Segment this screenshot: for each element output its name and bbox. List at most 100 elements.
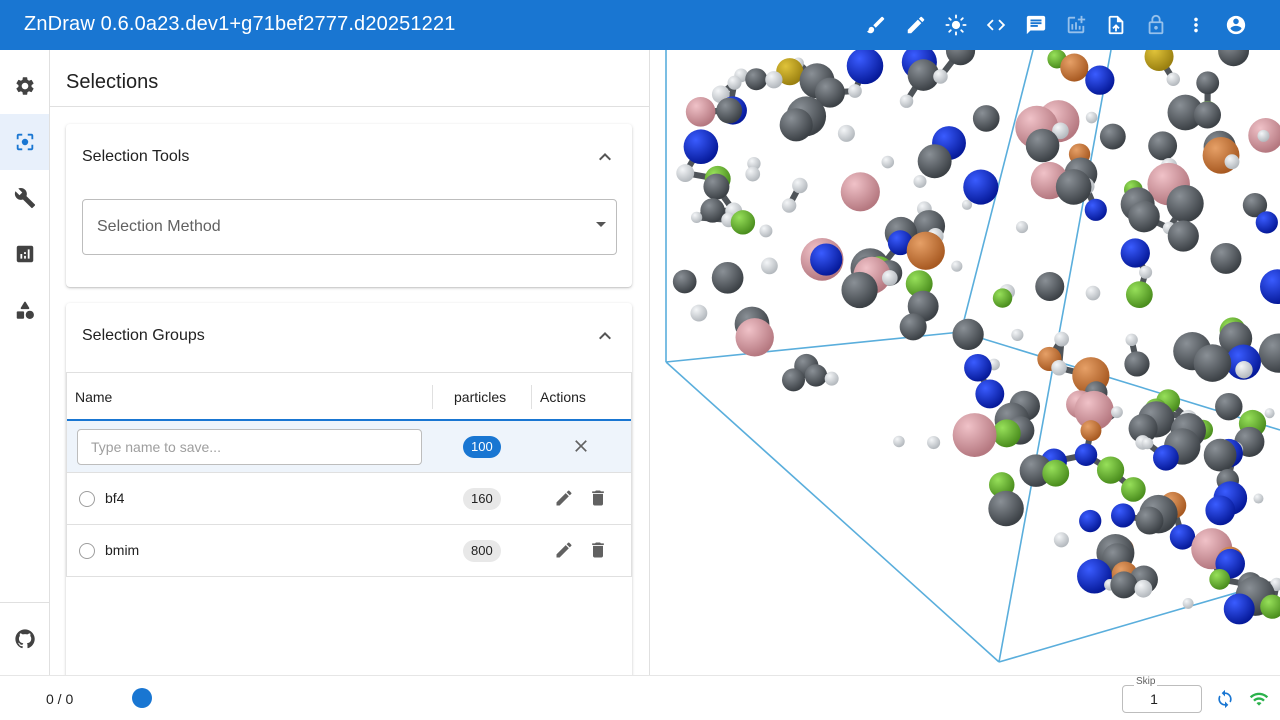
atom	[1223, 593, 1255, 625]
atom	[1120, 238, 1150, 268]
pencil-icon[interactable]	[896, 5, 936, 45]
column-header-name[interactable]: Name	[75, 389, 112, 405]
atom	[952, 318, 984, 351]
atom	[1167, 220, 1199, 252]
atom	[781, 198, 797, 213]
table-row[interactable]: bmim 800	[67, 525, 631, 577]
clear-icon[interactable]	[571, 436, 591, 456]
atom	[735, 318, 774, 357]
atom	[1205, 495, 1236, 526]
group-name: bmim	[105, 542, 140, 558]
atom	[899, 94, 914, 108]
atom	[972, 105, 1000, 132]
chevron-up-icon[interactable]	[593, 324, 617, 348]
atom	[992, 419, 1021, 448]
edit-icon[interactable]	[554, 488, 574, 508]
atom	[992, 288, 1013, 308]
atom	[1025, 128, 1060, 163]
delete-icon[interactable]	[588, 488, 608, 508]
table-row[interactable]: bf4 160	[67, 473, 631, 525]
atom	[1196, 71, 1220, 95]
atom	[927, 435, 941, 450]
upload-file-icon[interactable]	[1096, 5, 1136, 45]
atom	[1124, 351, 1150, 377]
atom	[1253, 493, 1264, 504]
column-header-particles[interactable]: particles	[454, 389, 506, 405]
selection-method-select[interactable]: Selection Method	[82, 199, 617, 255]
chat-icon[interactable]	[1016, 5, 1056, 45]
group-name-input[interactable]	[77, 429, 422, 465]
page-title: Selections	[66, 71, 159, 93]
rail-divider	[0, 602, 49, 603]
atom	[848, 84, 862, 98]
atom	[824, 371, 839, 386]
atom	[1015, 221, 1029, 234]
sync-icon[interactable]	[1215, 689, 1235, 709]
edit-icon[interactable]	[554, 540, 574, 560]
atom	[685, 96, 716, 127]
atom	[700, 198, 725, 223]
row-radio[interactable]	[79, 491, 95, 507]
rail-github[interactable]	[0, 611, 49, 667]
rail-analysis[interactable]	[0, 226, 49, 282]
rail-selections[interactable]	[0, 114, 49, 170]
delete-icon[interactable]	[588, 540, 608, 560]
row-radio[interactable]	[79, 543, 95, 559]
rail-geometries[interactable]	[0, 282, 49, 338]
atom	[988, 490, 1024, 527]
atom	[1135, 506, 1164, 535]
wrench-icon	[14, 188, 35, 209]
group-name: bf4	[105, 490, 125, 506]
selection-groups-card: Selection Groups Name particles Actions …	[66, 303, 632, 675]
analytics-icon	[16, 245, 33, 263]
atom	[711, 261, 744, 294]
selections-panel: Selections Selection Tools Selection Met…	[50, 50, 650, 675]
atom	[1257, 129, 1270, 142]
atom	[761, 257, 778, 275]
atom	[1182, 597, 1194, 609]
new-group-row: 100	[67, 421, 631, 473]
current-selection-count: 100	[463, 436, 501, 458]
atom	[690, 304, 708, 322]
app-bar: ZnDraw 0.6.0a23.dev1+g71bef2777.d2025122…	[0, 0, 1280, 50]
github-icon	[14, 629, 35, 649]
bottom-bar: 0 / 0 Skip 1	[0, 675, 1280, 720]
atom	[933, 69, 948, 84]
brightness-icon[interactable]	[936, 5, 976, 45]
column-separator[interactable]	[432, 385, 433, 409]
atom	[1085, 111, 1098, 124]
account-icon[interactable]	[1216, 5, 1256, 45]
atom	[893, 435, 905, 448]
add-chart-icon[interactable]	[1056, 5, 1096, 45]
skip-value[interactable]: 1	[1122, 691, 1186, 707]
atom	[1035, 271, 1065, 302]
atom	[1079, 509, 1102, 533]
frame-slider-thumb[interactable]	[132, 688, 152, 708]
atom	[1055, 169, 1092, 205]
more-vert-icon[interactable]	[1176, 5, 1216, 45]
atom	[1166, 72, 1180, 87]
atom	[676, 164, 695, 183]
atom	[1258, 333, 1280, 373]
molecule-viewer-canvas[interactable]	[651, 50, 1280, 675]
selection-method-label: Selection Method	[97, 218, 221, 235]
brush-icon[interactable]	[856, 5, 896, 45]
selection-groups-header[interactable]: Selection Groups	[82, 327, 205, 345]
chevron-up-icon[interactable]	[593, 145, 617, 169]
lock-icon[interactable]	[1136, 5, 1176, 45]
rail-tools[interactable]	[0, 170, 49, 226]
column-separator[interactable]	[531, 385, 532, 409]
atom	[952, 413, 997, 457]
selection-tools-header[interactable]: Selection Tools	[82, 148, 189, 166]
atom	[1053, 532, 1069, 548]
atom	[1210, 242, 1242, 274]
atom	[961, 199, 973, 210]
atom	[963, 169, 999, 205]
selection-icon	[16, 133, 33, 151]
code-icon[interactable]	[976, 5, 1016, 45]
atom	[690, 211, 703, 223]
atom	[1121, 477, 1146, 502]
title-divider	[50, 106, 649, 107]
atom	[1099, 123, 1126, 150]
rail-settings[interactable]	[0, 58, 49, 114]
